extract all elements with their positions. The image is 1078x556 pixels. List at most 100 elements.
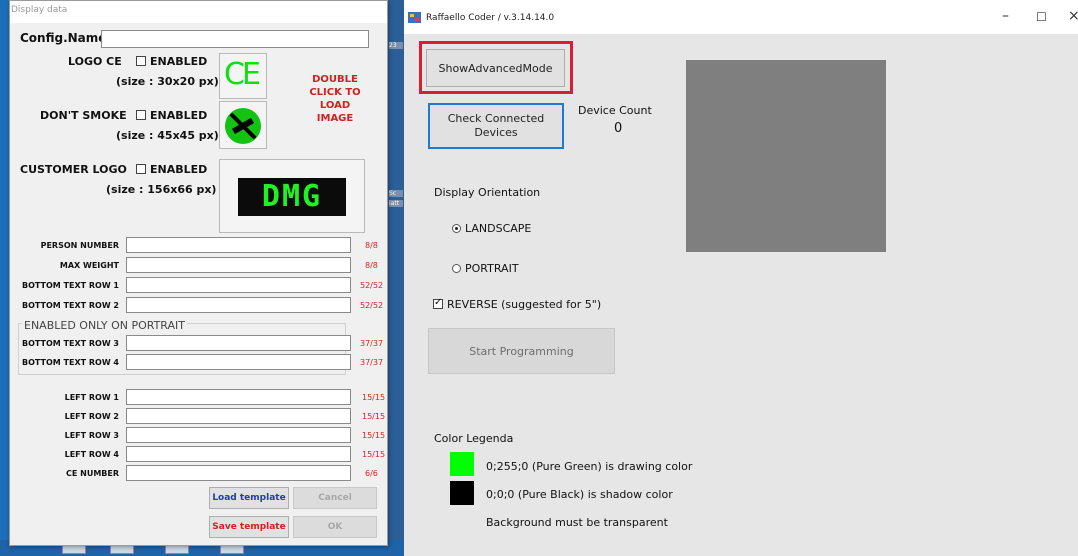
no-smoking-icon bbox=[225, 108, 261, 144]
hint-line: DOUBLE bbox=[312, 74, 358, 85]
field-label: BOTTOM TEXT ROW 1 bbox=[21, 281, 119, 290]
checkbox-label: ENABLED bbox=[150, 109, 208, 122]
logo-ce-enabled-checkbox[interactable]: ENABLED bbox=[136, 55, 207, 68]
device-count-value: 0 bbox=[614, 121, 623, 136]
field-label: PERSON NUMBER bbox=[40, 241, 119, 250]
checkbox-label: REVERSE (suggested for 5") bbox=[447, 298, 602, 311]
hint-line: LOAD bbox=[319, 100, 351, 111]
check-connected-devices-button[interactable]: Check Connected Devices bbox=[428, 103, 564, 149]
dmg-logo-icon: DMG bbox=[238, 178, 346, 216]
field-label: MAX WEIGHT bbox=[59, 261, 119, 270]
checkbox-icon[interactable] bbox=[136, 56, 146, 66]
field-label: LEFT ROW 4 bbox=[64, 450, 119, 459]
field-label: LEFT ROW 2 bbox=[64, 412, 119, 421]
checkbox-icon[interactable] bbox=[136, 164, 146, 174]
hint-line: CLICK TO bbox=[309, 87, 361, 98]
dont-smoke-size-label: (size : 45x45 px) bbox=[116, 129, 219, 142]
bottom-text-row-3-input[interactable] bbox=[126, 335, 351, 351]
dialog-title: Display data bbox=[10, 1, 387, 23]
customer-logo-image[interactable]: DMG bbox=[219, 159, 365, 233]
customer-logo-size-label: (size : 156x66 px) bbox=[106, 183, 217, 196]
left-row-4-input[interactable] bbox=[126, 446, 351, 462]
char-counter: 37/37 bbox=[360, 358, 384, 367]
field-label: LEFT ROW 3 bbox=[64, 431, 119, 440]
left-row-1-input[interactable] bbox=[126, 389, 351, 405]
legend-text: 0;255;0 (Pure Green) is drawing color bbox=[486, 460, 693, 473]
char-counter: 15/15 bbox=[362, 450, 386, 459]
max-weight-input[interactable] bbox=[126, 257, 351, 273]
dont-smoke-enabled-checkbox[interactable]: ENABLED bbox=[136, 109, 207, 122]
checkbox-label: ENABLED bbox=[150, 55, 208, 68]
close-icon[interactable]: × bbox=[1068, 8, 1078, 24]
config-name-input[interactable] bbox=[101, 30, 369, 48]
config-name-label: Config.Name bbox=[20, 31, 107, 45]
load-template-button[interactable]: Load template bbox=[209, 487, 289, 509]
field-label: LEFT ROW 1 bbox=[64, 393, 119, 402]
cancel-button[interactable]: Cancel bbox=[293, 487, 377, 509]
char-counter: 37/37 bbox=[360, 339, 384, 348]
ce-mark-icon: CE bbox=[224, 57, 261, 92]
display-orientation-label: Display Orientation bbox=[434, 186, 541, 199]
left-row-3-input[interactable] bbox=[126, 427, 351, 443]
customer-logo-label: CUSTOMER LOGO bbox=[20, 163, 127, 176]
checkbox-label: ENABLED bbox=[150, 163, 208, 176]
device-count-label: Device Count bbox=[578, 104, 652, 117]
show-advanced-mode-button[interactable]: ShowAdvancedMode bbox=[426, 49, 565, 87]
radio-label: LANDSCAPE bbox=[465, 222, 532, 235]
field-label: BOTTOM TEXT ROW 3 bbox=[21, 339, 119, 348]
landscape-radio[interactable]: LANDSCAPE bbox=[452, 222, 531, 235]
char-counter: 15/15 bbox=[362, 431, 386, 440]
char-counter: 15/15 bbox=[362, 393, 386, 402]
portrait-radio[interactable]: PORTRAIT bbox=[452, 262, 519, 275]
window-title-bar: Raffaello Coder / v.3.14.14.0 – ☐ × bbox=[404, 0, 1078, 34]
field-label: BOTTOM TEXT ROW 2 bbox=[21, 301, 119, 310]
field-label: BOTTOM TEXT ROW 4 bbox=[21, 358, 119, 367]
bottom-text-row-2-input[interactable] bbox=[126, 297, 351, 313]
black-color-swatch bbox=[450, 481, 474, 505]
bottom-text-row-1-input[interactable] bbox=[126, 277, 351, 293]
dont-smoke-image[interactable] bbox=[219, 101, 267, 149]
radio-selected-icon[interactable] bbox=[452, 224, 461, 233]
person-number-input[interactable] bbox=[126, 237, 351, 253]
maximize-icon[interactable]: ☐ bbox=[1036, 10, 1047, 24]
display-data-dialog: Display data Config.Name LOGO CE ENABLED… bbox=[9, 0, 388, 546]
char-counter: 8/8 bbox=[365, 261, 378, 270]
load-image-hint: DOUBLE CLICK TO LOAD IMAGE bbox=[300, 73, 370, 125]
legend-text: 0;0;0 (Pure Black) is shadow color bbox=[486, 488, 673, 501]
left-row-2-input[interactable] bbox=[126, 408, 351, 424]
window-title: Raffaello Coder / v.3.14.14.0 bbox=[426, 13, 555, 23]
radio-unselected-icon[interactable] bbox=[452, 264, 461, 273]
char-counter: 8/8 bbox=[365, 241, 378, 250]
green-color-swatch bbox=[450, 452, 474, 476]
reverse-checkbox[interactable]: ✓ REVERSE (suggested for 5") bbox=[433, 297, 602, 311]
customer-logo-enabled-checkbox[interactable]: ENABLED bbox=[136, 163, 207, 176]
bottom-text-row-4-input[interactable] bbox=[126, 354, 351, 370]
ok-button[interactable]: OK bbox=[293, 516, 377, 538]
char-counter: 15/15 bbox=[362, 412, 386, 421]
char-counter: 52/52 bbox=[360, 301, 384, 310]
char-counter: 52/52 bbox=[360, 281, 384, 290]
logo-ce-size-label: (size : 30x20 px) bbox=[116, 75, 219, 88]
checkbox-icon[interactable] bbox=[136, 110, 146, 120]
background-note: Background must be transparent bbox=[486, 516, 668, 529]
color-legenda-label: Color Legenda bbox=[434, 432, 514, 445]
checkbox-checked-icon[interactable]: ✓ bbox=[433, 297, 443, 309]
desktop-fragment: iatt bbox=[389, 200, 403, 207]
logo-ce-image[interactable]: CE bbox=[219, 53, 267, 99]
portrait-group-title: ENABLED ONLY ON PORTRAIT bbox=[22, 319, 187, 332]
save-template-button[interactable]: Save template bbox=[209, 516, 289, 538]
app-icon bbox=[408, 12, 421, 23]
desktop-fragment: 23 bbox=[389, 42, 403, 49]
hint-line: IMAGE bbox=[316, 113, 354, 124]
char-counter: 6/6 bbox=[365, 469, 378, 478]
logo-ce-label: LOGO CE bbox=[68, 55, 122, 68]
ce-number-input[interactable] bbox=[126, 465, 351, 481]
desktop-strip: 23 Sc iatt bbox=[388, 0, 404, 556]
minimize-icon[interactable]: – bbox=[1002, 8, 1009, 24]
start-programming-button[interactable]: Start Programming bbox=[428, 328, 615, 374]
display-preview bbox=[686, 60, 886, 252]
radio-label: PORTRAIT bbox=[465, 262, 519, 275]
field-label: CE NUMBER bbox=[66, 469, 119, 478]
dont-smoke-label: DON'T SMOKE bbox=[40, 109, 127, 122]
desktop-fragment: Sc bbox=[389, 190, 403, 197]
